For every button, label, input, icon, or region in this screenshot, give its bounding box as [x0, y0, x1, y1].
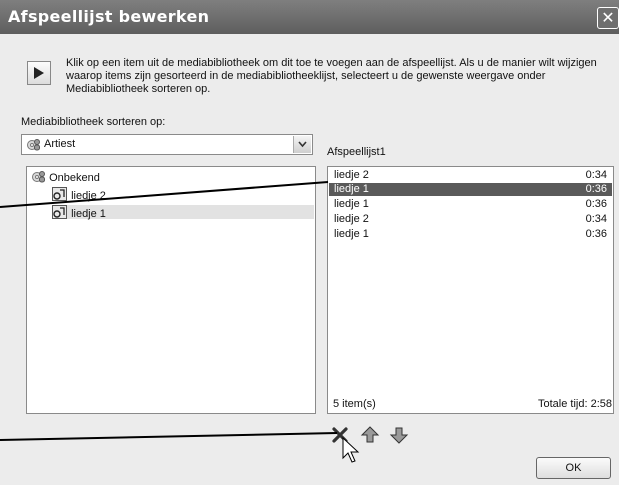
item-count: 5 item(s) — [333, 398, 376, 410]
close-icon: ✕ — [601, 8, 615, 27]
remove-button[interactable] — [330, 425, 350, 445]
row-duration: 0:36 — [585, 228, 607, 240]
song-icon — [52, 205, 68, 224]
playlist-list[interactable]: liedje 2 0:34 liedje 1 0:36 liedje 1 0:3… — [327, 166, 614, 414]
row-name: liedje 2 — [334, 213, 369, 225]
library-item-label: liedje 2 — [71, 190, 106, 202]
move-down-button[interactable] — [389, 425, 409, 445]
playlist-row[interactable]: liedje 1 0:36 — [329, 228, 612, 241]
window-title: Afspeellijst bewerken — [8, 7, 210, 26]
row-name: liedje 1 — [334, 198, 369, 210]
song-icon — [52, 187, 68, 206]
row-duration: 0:36 — [585, 198, 607, 210]
tree-root-unknown[interactable]: Onbekend — [32, 170, 100, 184]
artist-icon — [27, 138, 41, 156]
playlist-row[interactable]: liedje 2 0:34 — [329, 169, 612, 182]
row-name: liedje 1 — [334, 228, 369, 240]
sort-label: Mediabibliotheek sorteren op: — [21, 116, 166, 128]
instructions-text: Klik op een item uit de mediabibliotheek… — [66, 57, 597, 95]
playlist-title: Afspeellijst1 — [327, 146, 386, 158]
row-duration: 0:34 — [585, 213, 607, 225]
playlist-row[interactable]: liedje 2 0:34 — [329, 213, 612, 226]
title-bar: Afspeellijst bewerken ✕ — [0, 0, 619, 34]
library-item[interactable]: liedje 2 — [52, 187, 110, 202]
library-item-label: liedje 1 — [71, 208, 106, 220]
library-item-selected[interactable]: liedje 1 — [52, 205, 314, 220]
playlist-row-selected[interactable]: liedje 1 0:36 — [329, 183, 612, 196]
move-up-button[interactable] — [360, 425, 380, 445]
sort-dropdown[interactable]: Artiest — [21, 134, 313, 155]
artist-icon — [32, 170, 46, 187]
row-duration: 0:34 — [585, 169, 607, 181]
row-duration: 0:36 — [585, 183, 607, 195]
edit-playlist-dialog: Afspeellijst bewerken ✕ Klik op een item… — [0, 0, 619, 485]
move-down-icon — [389, 427, 409, 449]
ok-button[interactable]: OK — [536, 457, 611, 479]
delete-x-icon — [330, 427, 350, 449]
row-name: liedje 1 — [334, 183, 369, 195]
play-icon — [27, 61, 51, 85]
chevron-down-icon[interactable] — [293, 136, 311, 153]
total-time: Totale tijd: 2:58 — [538, 398, 612, 410]
sort-selected-value: Artiest — [44, 138, 76, 150]
move-up-icon — [360, 426, 380, 449]
media-library-tree[interactable]: Onbekend liedje 2 liedje 1 — [26, 166, 316, 414]
close-button[interactable]: ✕ — [597, 7, 619, 29]
tree-root-label: Onbekend — [49, 172, 100, 184]
playlist-row[interactable]: liedje 1 0:36 — [329, 198, 612, 211]
row-name: liedje 2 — [334, 169, 369, 181]
